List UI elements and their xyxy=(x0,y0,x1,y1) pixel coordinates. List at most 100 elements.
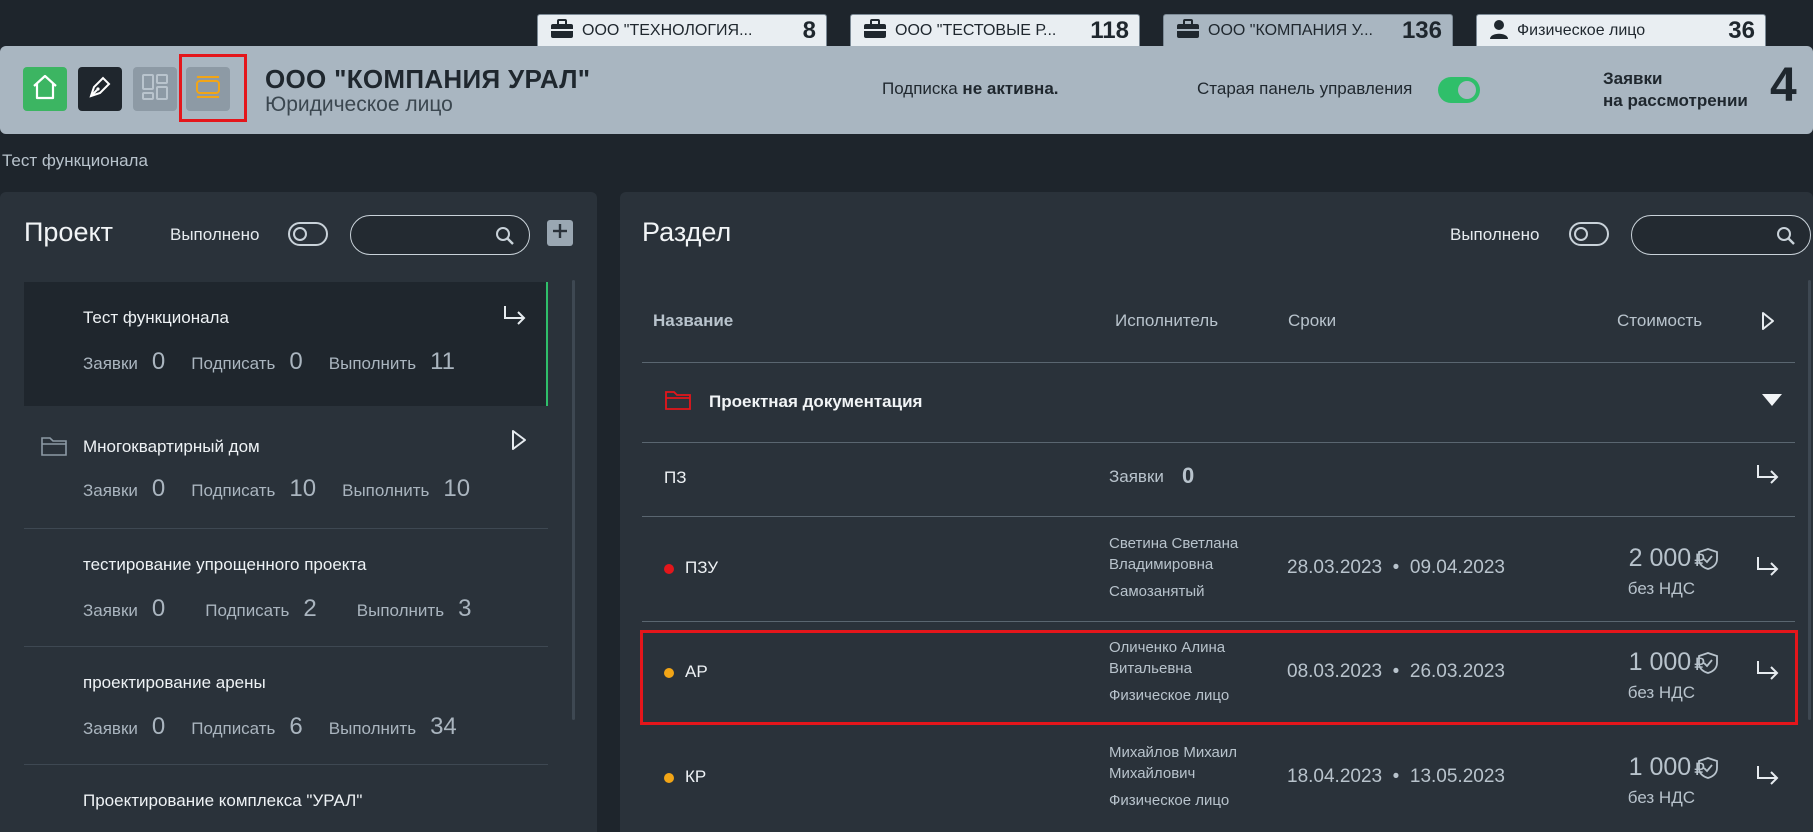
project-name: проектирование арены xyxy=(83,673,266,692)
executor-name[interactable]: Михайлов Михаил Михайлович xyxy=(1109,742,1237,784)
project-item[interactable]: тестирование упрощенного проекта Заявки 0… xyxy=(24,529,548,647)
org-tab-count: 8 xyxy=(802,17,816,44)
section-row-pz[interactable]: ПЗ Заявки 0 xyxy=(642,443,1795,516)
section-name: АР xyxy=(685,662,708,681)
org-tab-test[interactable]: ООО "ТЕСТОВЫЕ Р... 118 xyxy=(850,14,1140,47)
briefcase-icon xyxy=(550,18,574,44)
shield-check-icon xyxy=(1697,756,1719,785)
requests-label: Заявки xyxy=(1109,467,1164,486)
column-cost[interactable]: Стоимость xyxy=(1617,311,1702,331)
executor-name[interactable]: Оличенко Алина Витальевна xyxy=(1109,637,1225,679)
home-button[interactable] xyxy=(23,67,67,111)
project-search-input[interactable] xyxy=(365,224,490,242)
date-to: 13.05.2023 xyxy=(1409,766,1505,787)
project-item[interactable]: Тест функционала Заявки 0 Подписать 0 Выпо… xyxy=(24,282,548,406)
terms: 08.03.2023 • 26.03.2023 xyxy=(1287,661,1505,682)
do-label: Выполнить xyxy=(342,481,430,500)
terms: 28.03.2023 • 09.04.2023 xyxy=(1287,557,1505,578)
date-to: 09.04.2023 xyxy=(1409,557,1505,578)
subscription-status: Подписка не активна. xyxy=(882,79,1059,99)
card-view-button[interactable] xyxy=(186,67,230,111)
org-title: ООО "КОМПАНИЯ УРАЛ" xyxy=(265,64,591,94)
old-panel-toggle[interactable] xyxy=(1438,77,1480,103)
requests-label: Заявки xyxy=(83,354,138,373)
dashboard-grid-icon xyxy=(140,72,170,107)
section-row[interactable]: КР Михайлов Михаил Михайлович Физическое… xyxy=(642,727,1795,831)
column-executor[interactable]: Исполнитель xyxy=(1115,311,1218,331)
project-item[interactable]: Проектирование комплекса "УРАЛ" xyxy=(24,765,548,832)
executor-type: Физическое лицо xyxy=(1109,792,1230,809)
executor-name[interactable]: Светина Светлана Владимировна xyxy=(1109,533,1238,575)
search-icon[interactable] xyxy=(1776,226,1796,251)
briefcase-icon xyxy=(863,18,887,44)
date-from: 08.03.2023 xyxy=(1287,661,1383,682)
requests-count: 0 xyxy=(151,595,166,622)
executor-name-line1: Светина Светлана xyxy=(1109,535,1239,552)
project-stats: Заявки 0 Подписать 0 Выполнить 11 xyxy=(83,348,481,376)
expand-columns-play-icon[interactable] xyxy=(1760,311,1776,336)
breadcrumb[interactable]: Тест функционала xyxy=(2,151,148,171)
org-tab-label: ООО "ТЕХНОЛОГИЯ... xyxy=(582,22,753,39)
org-tab-count: 36 xyxy=(1728,17,1755,44)
open-section-arrow-icon[interactable] xyxy=(1755,463,1781,492)
section-search[interactable] xyxy=(1631,215,1811,255)
section-done-toggle[interactable] xyxy=(1569,222,1609,246)
home-icon xyxy=(31,73,59,106)
column-name[interactable]: Название xyxy=(653,311,733,331)
sign-label: Подписать xyxy=(205,601,290,620)
project-item[interactable]: проектирование арены Заявки 0 Подписать 6 … xyxy=(24,647,548,765)
section-search-input[interactable] xyxy=(1646,224,1771,242)
dashboard-button[interactable] xyxy=(133,67,177,111)
org-tab-individual[interactable]: Физическое лицо 36 xyxy=(1476,14,1766,47)
org-header: ООО "КОМПАНИЯ УРАЛ" Юридическое лицо Под… xyxy=(0,46,1813,134)
executor-name-line2: Витальевна xyxy=(1109,660,1192,677)
card-view-icon xyxy=(193,72,223,107)
column-terms[interactable]: Сроки xyxy=(1288,311,1336,331)
project-done-toggle[interactable] xyxy=(288,222,328,246)
project-name: Проектирование комплекса "УРАЛ" xyxy=(83,791,363,810)
vat-note: без НДС xyxy=(1627,788,1695,807)
search-icon[interactable] xyxy=(495,226,515,251)
section-name: КР xyxy=(685,767,707,786)
expand-play-icon[interactable] xyxy=(510,429,528,456)
requests-label: Заявки xyxy=(83,481,138,500)
section-done-label: Выполнено xyxy=(1450,225,1540,244)
project-item[interactable]: Многоквартирный дом Заявки 0 Подписать 10 … xyxy=(24,411,548,529)
section-panel-title: Раздел xyxy=(642,217,732,247)
section-list-scrollbar[interactable] xyxy=(1808,280,1811,720)
section-name: ПЗУ xyxy=(685,558,719,577)
open-section-arrow-icon[interactable] xyxy=(1755,764,1781,793)
open-section-arrow-icon[interactable] xyxy=(1755,659,1781,688)
org-tab-ural[interactable]: ООО "КОМПАНИЯ У... 136 xyxy=(1163,14,1453,47)
project-list-scrollbar[interactable] xyxy=(572,280,575,720)
project-search[interactable] xyxy=(350,215,530,255)
section-row[interactable]: ПЗУ Светина Светлана Владимировна Самоза… xyxy=(642,517,1795,621)
requests-count: 0 xyxy=(151,475,166,502)
project-stats: Заявки 0 Подписать 6 Выполнить 34 xyxy=(83,713,483,741)
price: 1 000 ₽ xyxy=(1629,753,1705,782)
group-row[interactable]: Проектная документация xyxy=(642,363,1795,442)
project-stats: Заявки 0 Подписать 2 Выполнить 3 xyxy=(83,595,497,623)
caret-down-icon[interactable] xyxy=(1761,393,1783,412)
terms: 18.04.2023 • 13.05.2023 xyxy=(1287,766,1505,787)
open-section-arrow-icon[interactable] xyxy=(1755,555,1781,584)
project-name: Многоквартирный дом xyxy=(83,437,260,456)
do-count: 10 xyxy=(443,475,471,502)
sign-count: 10 xyxy=(289,475,317,502)
org-tab-technology[interactable]: ООО "ТЕХНОЛОГИЯ... 8 xyxy=(537,14,827,47)
org-tab-label: ООО "ТЕСТОВЫЕ Р... xyxy=(895,22,1057,39)
edit-button[interactable] xyxy=(78,67,122,111)
open-project-arrow-icon[interactable] xyxy=(502,304,528,333)
status-dot xyxy=(664,773,674,783)
org-tab-count: 118 xyxy=(1090,17,1129,44)
executor-name-line1: Оличенко Алина xyxy=(1109,639,1226,656)
requests-count[interactable]: 4 xyxy=(1770,58,1797,113)
section-row[interactable]: АР Оличенко Алина Витальевна Физическое … xyxy=(642,622,1795,726)
requests-label-line2: на рассмотрении xyxy=(1603,91,1748,110)
sign-label: Подписать xyxy=(191,354,276,373)
org-type: Юридическое лицо xyxy=(265,93,453,116)
add-project-button[interactable] xyxy=(547,220,573,246)
requests-count: 0 xyxy=(151,348,166,375)
do-count: 11 xyxy=(430,348,455,375)
do-count: 3 xyxy=(458,595,472,622)
